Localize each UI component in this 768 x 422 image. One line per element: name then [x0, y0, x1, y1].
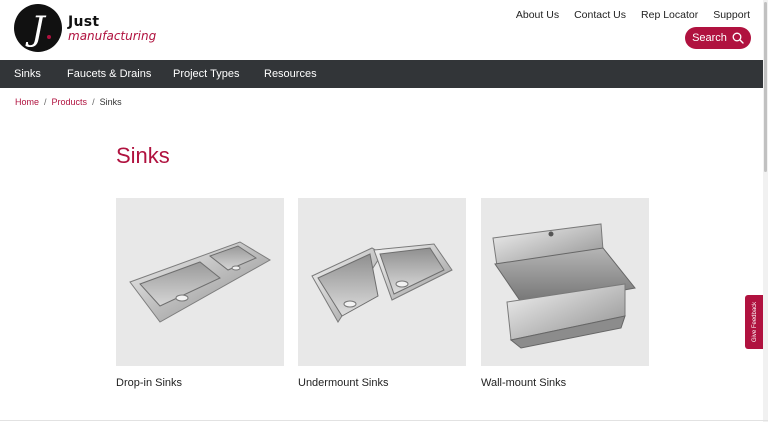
utility-link-contact-us[interactable]: Contact Us: [574, 9, 626, 21]
search-button-label: Search: [692, 32, 727, 44]
page-scrollbar[interactable]: [763, 0, 768, 422]
breadcrumb-current: Sinks: [99, 97, 122, 107]
site-header: J Just manufacturing About Us Contact Us…: [0, 0, 768, 60]
logo-mark: J: [14, 4, 62, 52]
search-icon: [732, 32, 744, 44]
search-button[interactable]: Search: [685, 27, 751, 49]
wall-mount-sink-image[interactable]: [481, 198, 649, 366]
breadcrumb: Home / Products / Sinks: [15, 97, 122, 107]
nav-item-resources[interactable]: Resources: [264, 68, 317, 80]
breadcrumb-separator: /: [44, 97, 47, 107]
product-card-label[interactable]: Undermount Sinks: [298, 377, 466, 389]
product-card-undermount[interactable]: Undermount Sinks: [298, 198, 466, 389]
brand-name: Just: [68, 13, 100, 30]
nav-item-faucets-drains[interactable]: Faucets & Drains: [67, 68, 151, 80]
product-card-drop-in[interactable]: Drop-in Sinks: [116, 198, 284, 389]
breadcrumb-home[interactable]: Home: [15, 97, 39, 107]
product-card-label[interactable]: Wall-mount Sinks: [481, 377, 649, 389]
give-feedback-tab[interactable]: Give Feedback: [745, 295, 765, 349]
nav-item-sinks[interactable]: Sinks: [14, 68, 41, 80]
product-card-wall-mount[interactable]: Wall-mount Sinks: [481, 198, 649, 389]
site-logo[interactable]: J Just manufacturing: [14, 4, 156, 52]
breadcrumb-products[interactable]: Products: [52, 97, 88, 107]
svg-text:J: J: [25, 9, 47, 49]
page-title: Sinks: [116, 143, 170, 168]
section-divider: [0, 420, 768, 421]
give-feedback-label: Give Feedback: [752, 301, 759, 343]
drop-in-sink-image[interactable]: [116, 198, 284, 366]
utility-link-about-us[interactable]: About Us: [516, 9, 559, 21]
product-card-label[interactable]: Drop-in Sinks: [116, 377, 284, 389]
main-nav: Sinks Faucets & Drains Project Types Res…: [0, 60, 768, 88]
utility-link-rep-locator[interactable]: Rep Locator: [641, 9, 698, 21]
utility-link-support[interactable]: Support: [713, 9, 750, 21]
logo-j-icon: J: [25, 9, 51, 49]
utility-nav: About Us Contact Us Rep Locator Support: [501, 9, 750, 21]
brand-tagline: manufacturing: [68, 28, 157, 43]
breadcrumb-separator: /: [92, 97, 95, 107]
nav-item-project-types[interactable]: Project Types: [173, 68, 239, 80]
undermount-sink-image[interactable]: [298, 198, 466, 366]
scrollbar-thumb[interactable]: [764, 2, 767, 172]
